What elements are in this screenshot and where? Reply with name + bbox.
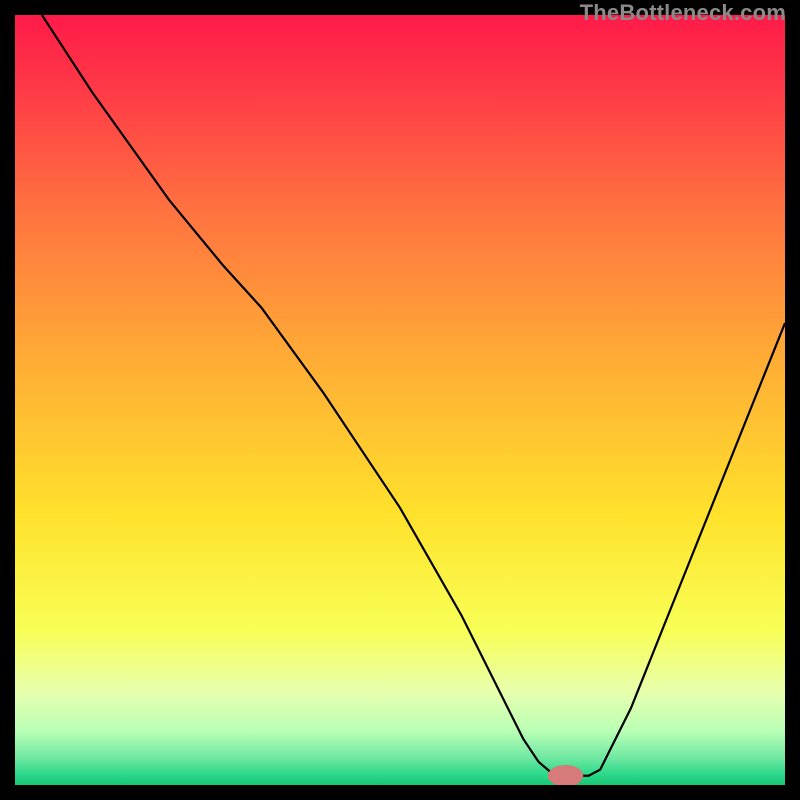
plot-background [15, 15, 785, 785]
bottleneck-chart [15, 15, 785, 785]
watermark-text: TheBottleneck.com [580, 0, 786, 26]
chart-frame: TheBottleneck.com [0, 0, 800, 800]
